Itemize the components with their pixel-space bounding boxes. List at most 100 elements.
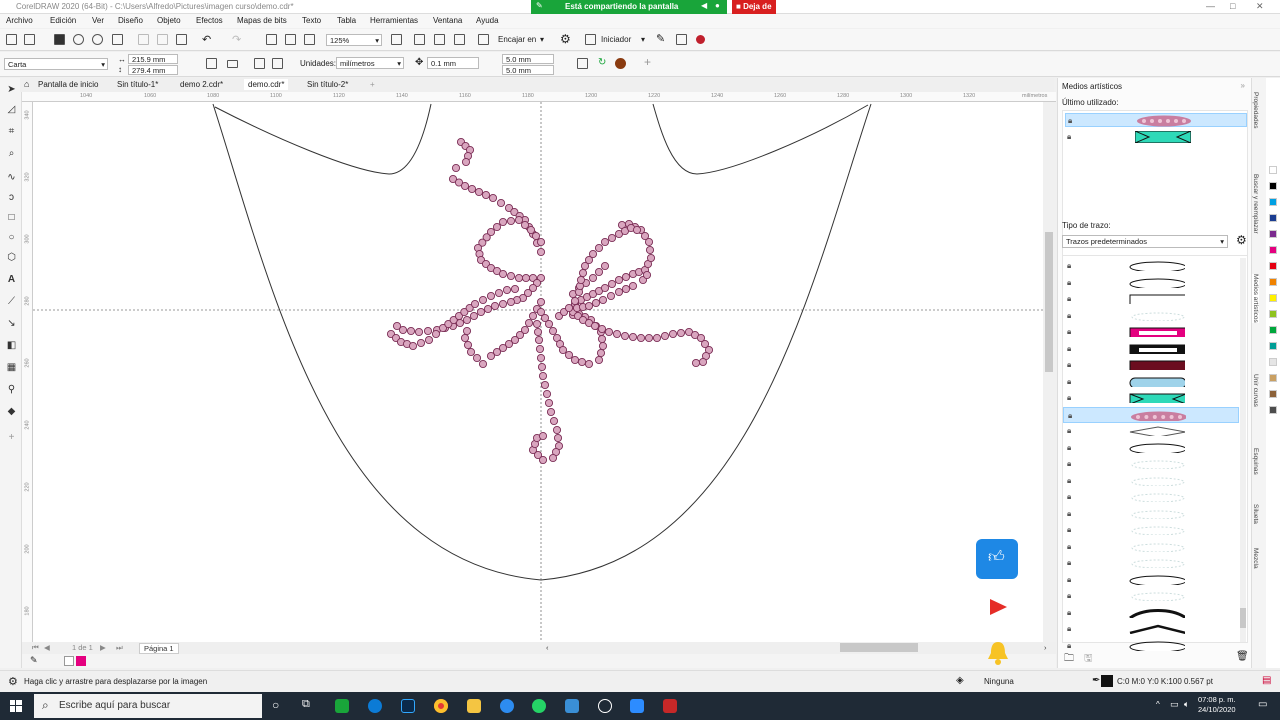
zoom-taskbar-icon[interactable] <box>630 699 644 713</box>
list-item[interactable]: 🔒︎ <box>1063 473 1239 489</box>
list-item[interactable]: 🔒︎ <box>1063 291 1239 307</box>
home-icon[interactable]: ⌂ <box>24 79 29 89</box>
scroll-thumb[interactable] <box>1045 232 1053 372</box>
minimize-icon[interactable]: — <box>1206 1 1215 11</box>
transparency-tool-icon[interactable]: ▦ <box>6 362 17 373</box>
eyedropper-icon[interactable]: ✎ <box>30 655 38 666</box>
full-screen-icon[interactable] <box>391 34 402 45</box>
page-height-field[interactable]: 279.4 mm <box>128 65 178 75</box>
list-item[interactable]: 🔒︎ <box>1063 341 1239 357</box>
page-width-field[interactable]: 215.9 mm <box>128 54 178 64</box>
tab-medios-artisticos[interactable]: Medios artísticos <box>1252 274 1259 323</box>
collapse-icon[interactable]: » <box>1241 81 1245 90</box>
color-swatch[interactable] <box>1269 294 1277 302</box>
list-item[interactable]: 🔒︎ <box>1063 275 1239 291</box>
menu-objeto[interactable]: Objeto <box>157 16 181 25</box>
color-swatch[interactable] <box>1269 278 1277 286</box>
menu-diseno[interactable]: Diseño <box>118 16 143 25</box>
list-item[interactable]: 🔒︎ <box>1063 555 1239 571</box>
maximize-icon[interactable]: □ <box>1230 1 1235 11</box>
menu-efectos[interactable]: Efectos <box>196 16 223 25</box>
connector-tool-icon[interactable]: ↘ <box>6 318 17 329</box>
color-swatch[interactable] <box>1269 166 1277 174</box>
export-icon[interactable] <box>285 34 296 45</box>
copy-icon[interactable] <box>157 34 168 45</box>
import-icon[interactable] <box>266 34 277 45</box>
list-item[interactable]: 🔒︎ <box>1063 406 1239 423</box>
list-item[interactable]: 🔒︎ <box>1063 489 1239 505</box>
color-swatch[interactable] <box>1269 230 1277 238</box>
list-item[interactable]: 🔒︎ <box>1063 506 1239 522</box>
tab-sin-titulo-2[interactable]: Sin título-2* <box>307 80 348 89</box>
launcher-icon[interactable] <box>585 34 596 45</box>
duplicate-y-field[interactable]: 5.0 mm <box>502 65 554 75</box>
windows-start-icon[interactable] <box>10 700 22 712</box>
polygon-tool-icon[interactable]: ⬡ <box>6 252 17 263</box>
guidelines-icon[interactable] <box>454 34 465 45</box>
shape-tool-icon[interactable]: ◿ <box>6 104 17 115</box>
list-item[interactable]: 🔒︎ <box>1063 522 1239 538</box>
tray-chevron-icon[interactable]: ^ <box>1156 700 1160 709</box>
color-swatch[interactable] <box>1269 358 1277 366</box>
tab-unir-curvas[interactable]: Unir curvas <box>1252 374 1259 407</box>
open-folder-icon[interactable]: 🗀︎ <box>1064 651 1074 668</box>
portrait-icon[interactable] <box>206 58 217 69</box>
taskbar-search[interactable]: ⌕ Escribe aquí para buscar <box>34 694 262 718</box>
rhinestone-design[interactable] <box>386 137 714 465</box>
page-tab[interactable]: Página 1 <box>139 643 179 654</box>
tab-buscar-reemplazar[interactable]: Buscar y reemplazar <box>1252 174 1259 234</box>
add-icon[interactable]: + <box>644 55 651 69</box>
color-profile-icon[interactable] <box>615 58 626 69</box>
menu-ventana[interactable]: Ventana <box>433 16 462 25</box>
pick-tool-icon[interactable]: ➤ <box>6 84 17 95</box>
save-stroke-icon[interactable]: 🖫︎ <box>1084 651 1093 668</box>
eyedropper-icon[interactable]: ✎ <box>656 32 665 45</box>
freehand-tool-icon[interactable]: ∿ <box>6 172 17 183</box>
undo-icon[interactable]: ↶ <box>202 33 211 46</box>
shadow-tool-icon[interactable]: ◧ <box>6 340 17 351</box>
menu-edicion[interactable]: Edición <box>50 16 76 25</box>
color-swatch[interactable] <box>1269 262 1277 270</box>
color-swatch[interactable] <box>1269 198 1277 206</box>
list-item[interactable]: 🔒︎ <box>1063 456 1239 472</box>
subscribe-button[interactable] <box>988 598 1008 618</box>
launcher-dropdown[interactable]: Iniciador <box>601 35 631 44</box>
list-item[interactable]: 🔒︎ <box>1065 113 1247 127</box>
cloud-icon[interactable] <box>73 34 84 45</box>
notification-bell-button[interactable] <box>986 640 1010 668</box>
menu-herramientas[interactable]: Herramientas <box>370 16 418 25</box>
print-icon[interactable] <box>112 34 123 45</box>
list-item[interactable]: 🔒︎ <box>1063 258 1239 274</box>
left-neckline-curve[interactable] <box>214 103 432 175</box>
list-item[interactable]: 🔒︎ <box>1063 440 1239 456</box>
color-swatch[interactable] <box>1269 374 1277 382</box>
list-item[interactable]: 🔒︎ <box>1065 130 1247 144</box>
color-management-icon[interactable]: ▤ <box>1262 675 1271 686</box>
page-preset-select[interactable]: Carta ▾ <box>4 58 108 70</box>
nudge-distance-field[interactable]: 0.1 mm <box>427 57 479 69</box>
list-item[interactable]: 🔒︎ <box>1063 588 1239 604</box>
tab-pantalla-de-inicio[interactable]: Pantalla de inicio <box>38 80 98 89</box>
speaker-icon[interactable]: ◀ <box>701 1 707 10</box>
list-item[interactable]: 🔒︎ <box>1063 539 1239 555</box>
list-item[interactable]: 🔒︎ <box>1063 308 1239 324</box>
list-item[interactable]: 🔒︎ <box>1063 357 1239 373</box>
menu-tabla[interactable]: Tabla <box>337 16 356 25</box>
app-taskbar-icon[interactable] <box>598 699 612 713</box>
menu-ayuda[interactable]: Ayuda <box>476 16 499 25</box>
fill-icon[interactable]: ◈ <box>956 675 964 686</box>
app-taskbar-icon[interactable] <box>500 699 514 713</box>
snap-icon[interactable] <box>478 34 489 45</box>
redo-icon[interactable]: ↷ <box>232 33 241 46</box>
add-tool-icon[interactable]: + <box>6 432 17 443</box>
rectangle-tool-icon[interactable]: □ <box>6 212 17 223</box>
tab-mezcla[interactable]: Mezcla <box>1252 548 1259 569</box>
save-icon[interactable] <box>54 34 65 45</box>
zoom-level-field[interactable]: 125% ▾ <box>326 34 382 46</box>
volume-icon[interactable]: 🔈︎ <box>1184 699 1189 710</box>
right-neckline-curve[interactable] <box>652 103 869 175</box>
color-swatch[interactable] <box>1269 246 1277 254</box>
menu-archivo[interactable]: Archivo <box>6 16 33 25</box>
open-folder-icon[interactable] <box>24 34 35 45</box>
whatsapp-taskbar-icon[interactable] <box>532 699 546 713</box>
